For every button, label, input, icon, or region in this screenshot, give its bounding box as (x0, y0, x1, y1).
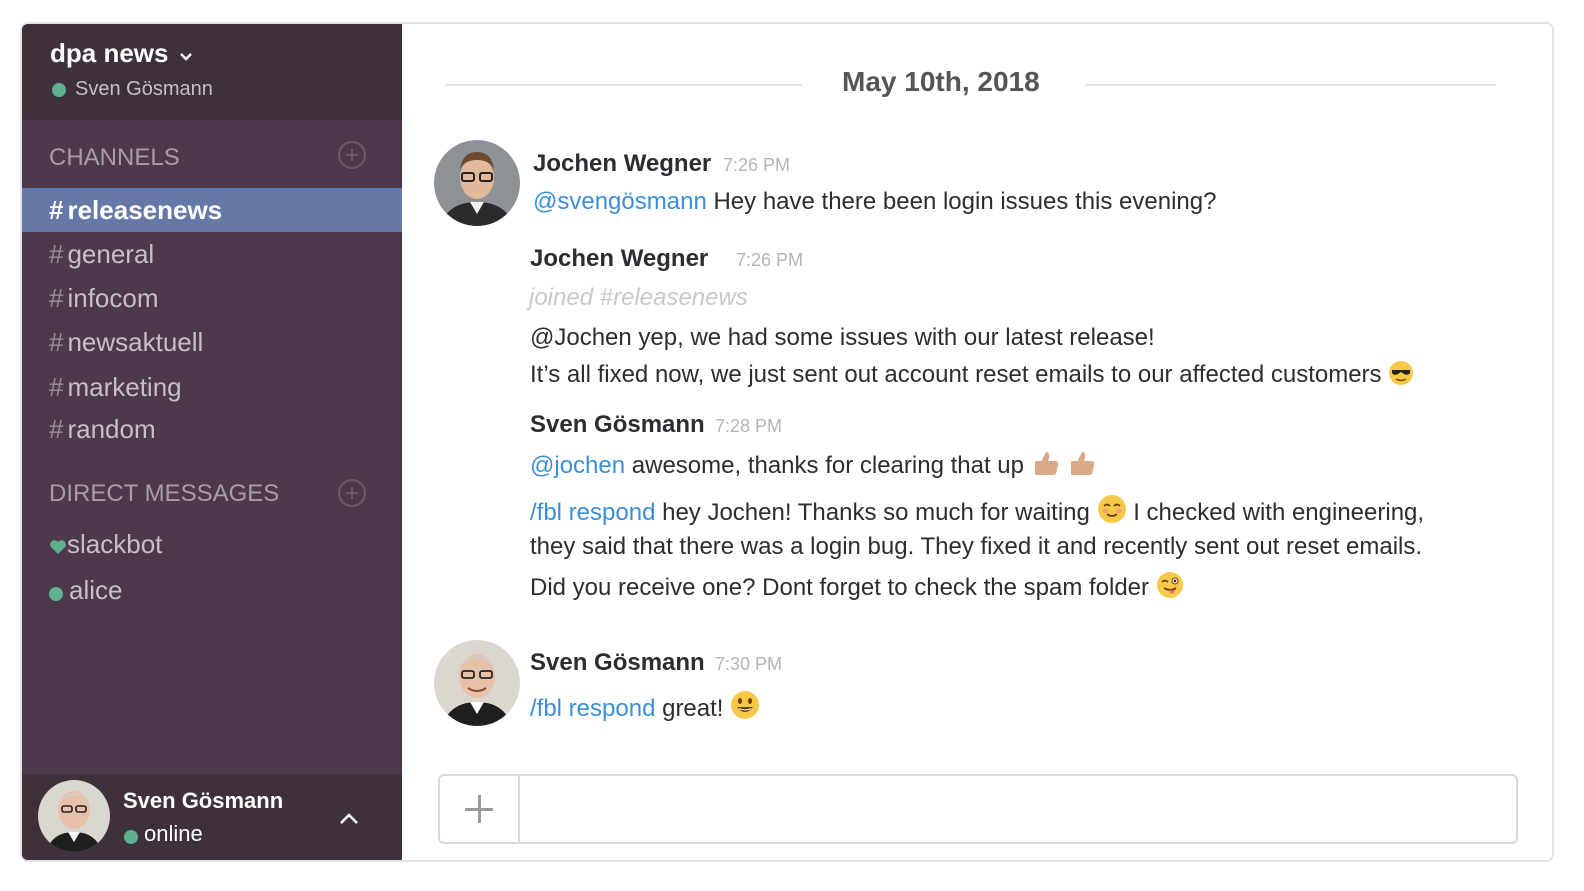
message-author[interactable]: Sven Gösmann (530, 411, 705, 439)
add-dm-icon[interactable] (338, 479, 366, 507)
hash-icon: # (49, 327, 64, 357)
channel-random[interactable]: # random (22, 407, 402, 451)
user-mention[interactable]: @svengösmann (533, 188, 707, 215)
message-body: great! (655, 695, 724, 722)
message-body: hey Jochen! Thanks so much for waiting (655, 499, 1090, 526)
channel-marketing[interactable]: # marketing (22, 365, 402, 409)
avatar[interactable] (38, 780, 110, 852)
thumbs-up-icon (1034, 452, 1058, 475)
slash-command[interactable]: /fbl respond (530, 499, 655, 526)
thumbs-up-icon (1071, 452, 1095, 475)
dm-label: slackbot (67, 529, 163, 559)
message-text: @jochen awesome, thanks for clearing tha… (530, 449, 1097, 480)
chevron-down-icon[interactable] (179, 52, 193, 62)
message-pane: May 10th, 2018 Jochen Wegner 7:26 PM @sv… (402, 24, 1552, 860)
direct-messages-title[interactable]: DIRECT MESSAGES (49, 480, 279, 508)
add-channel-icon[interactable] (338, 141, 366, 169)
hash-icon: # (49, 372, 64, 402)
message-author[interactable]: Jochen Wegner (530, 245, 708, 273)
join-note: joined #releasenews (529, 284, 748, 311)
message-body: Did you receive one? Dont forget to chec… (530, 574, 1150, 601)
hash-icon: # (49, 195, 64, 225)
channel-label: random (67, 414, 156, 444)
user-footer[interactable]: Sven Gösmann online (22, 774, 402, 860)
message-timestamp[interactable]: 7:30 PM (715, 654, 782, 675)
sidebar: dpa news Sven Gösmann CHANNELS # releasen… (22, 24, 402, 860)
channel-infocom[interactable]: # infocom (22, 276, 402, 320)
sunglasses-emoji-icon (1389, 361, 1414, 385)
message-body: It’s all fixed now, we just sent out acc… (530, 361, 1382, 388)
team-user-name: Sven Gösmann (75, 78, 213, 100)
avatar[interactable] (434, 140, 520, 226)
message-text: It’s all fixed now, we just sent out acc… (530, 360, 1414, 389)
channel-label: newsaktuell (67, 327, 204, 357)
divider (1086, 84, 1496, 86)
team-name[interactable]: dpa news (50, 38, 168, 69)
message-body: Hey have there been login issues this ev… (706, 188, 1217, 215)
user-mention[interactable]: @jochen (530, 452, 625, 479)
blush-emoji-icon (1097, 495, 1126, 523)
message-text: @svengösmann Hey have there been login i… (533, 188, 1216, 216)
channel-label: general (67, 239, 155, 269)
footer-status: online (144, 821, 203, 846)
dm-label: alice (69, 575, 123, 605)
presence-dot (52, 83, 66, 97)
channel-label: releasenews (67, 195, 223, 225)
dm-slackbot[interactable]: slackbot (49, 524, 162, 564)
channel-releasenews[interactable]: # releasenews (22, 188, 402, 232)
message-composer (438, 774, 1518, 844)
channels-title[interactable]: CHANNELS (49, 144, 180, 172)
presence-dot (49, 587, 63, 601)
hash-icon: # (49, 239, 64, 269)
hash-icon: # (49, 283, 64, 313)
message-body: I checked with engineering, (1126, 499, 1425, 526)
team-header[interactable]: dpa news Sven Gösmann (22, 24, 402, 120)
message-timestamp[interactable]: 7:28 PM (715, 416, 782, 437)
channel-general[interactable]: # general (22, 232, 402, 276)
dm-alice[interactable]: alice (49, 570, 122, 610)
app-window: dpa news Sven Gösmann CHANNELS # releasen… (20, 22, 1554, 862)
chevron-up-icon[interactable] (338, 812, 360, 826)
message-body: awesome, thanks for clearing that up (625, 452, 1024, 479)
message-author[interactable]: Sven Gösmann (530, 649, 705, 677)
channel-label: infocom (67, 283, 159, 313)
heart-icon (50, 540, 66, 554)
smiley-emoji-icon (731, 691, 760, 719)
message-timestamp[interactable]: 7:26 PM (723, 155, 790, 176)
channel-label: marketing (67, 372, 182, 402)
plus-icon[interactable] (440, 776, 520, 842)
message-text: Did you receive one? Dont forget to chec… (530, 571, 1184, 602)
message-author[interactable]: Jochen Wegner (533, 150, 711, 178)
date-divider-label: May 10th, 2018 (842, 66, 1040, 97)
message-text: /fbl respond great! (530, 690, 760, 723)
channel-newsaktuell[interactable]: # newsaktuell (22, 320, 402, 364)
wink-tongue-emoji-icon (1156, 572, 1183, 598)
presence-dot (124, 830, 138, 844)
divider (446, 84, 802, 86)
message-text: /fbl respond hey Jochen! Thanks so much … (530, 494, 1424, 527)
slash-command[interactable]: /fbl respond (530, 695, 655, 722)
message-text: @Jochen yep, we had some issues with our… (530, 324, 1155, 351)
message-text: they said that there was a login bug. Th… (530, 533, 1423, 560)
hash-icon: # (49, 414, 64, 444)
avatar[interactable] (434, 640, 520, 726)
footer-user-name: Sven Gösmann (123, 788, 284, 813)
message-input[interactable] (520, 776, 1516, 844)
message-timestamp[interactable]: 7:26 PM (736, 250, 803, 271)
